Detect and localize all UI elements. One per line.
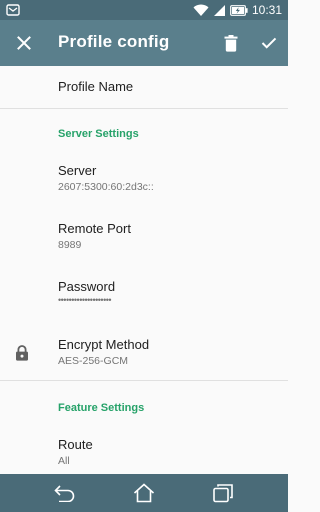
section-header-feature: Feature Settings bbox=[58, 402, 145, 414]
pref-remote-port[interactable]: Remote Port 8989 bbox=[0, 210, 288, 266]
delete-icon bbox=[224, 34, 238, 52]
pref-label: Remote Port bbox=[58, 221, 131, 236]
pref-label: Route bbox=[58, 437, 93, 452]
pref-profile-name[interactable]: Profile Name bbox=[0, 66, 288, 108]
battery-charging-icon bbox=[230, 4, 248, 16]
recents-button[interactable] bbox=[209, 481, 237, 505]
pref-value: All bbox=[58, 455, 70, 467]
pref-password[interactable]: Password •••••••••••••••••••• bbox=[0, 268, 288, 324]
home-button[interactable] bbox=[130, 481, 158, 505]
pref-value: 2607:5300:60:2d3c:: bbox=[58, 181, 154, 193]
check-icon bbox=[261, 37, 277, 49]
section-header-server: Server Settings bbox=[58, 128, 139, 140]
notification-icon bbox=[6, 4, 20, 16]
pref-label: Server bbox=[58, 163, 97, 178]
status-bar: 10:31 bbox=[0, 0, 288, 20]
pref-label: Encrypt Method bbox=[58, 337, 150, 352]
navigation-bar bbox=[0, 474, 288, 512]
preferences-list: Profile Name Server Settings Server 2607… bbox=[0, 66, 288, 474]
close-icon bbox=[17, 36, 31, 50]
save-button[interactable] bbox=[253, 27, 285, 59]
pref-label: Password bbox=[58, 279, 116, 294]
pref-encrypt-method[interactable]: Encrypt Method AES-256-GCM bbox=[0, 326, 288, 382]
recents-icon bbox=[213, 484, 233, 503]
page-title: Profile config bbox=[58, 32, 170, 51]
pref-value: •••••••••••••••••••• bbox=[58, 295, 112, 305]
divider bbox=[0, 380, 288, 381]
pref-value: 8989 bbox=[58, 239, 82, 251]
pref-value: AES-256-GCM bbox=[58, 355, 129, 367]
pref-server[interactable]: Server 2607:5300:60:2d3c:: bbox=[0, 152, 288, 208]
lock-icon bbox=[16, 345, 28, 361]
app-bar: Profile config bbox=[0, 20, 288, 66]
pref-route[interactable]: Route All bbox=[0, 426, 288, 474]
wifi-icon bbox=[193, 4, 209, 16]
back-icon bbox=[54, 485, 75, 502]
status-time: 10:31 bbox=[251, 3, 282, 17]
signal-icon bbox=[213, 4, 225, 16]
delete-button[interactable] bbox=[215, 27, 247, 59]
pref-label: Profile Name bbox=[58, 79, 134, 94]
back-button[interactable] bbox=[51, 481, 79, 505]
close-button[interactable] bbox=[8, 27, 40, 59]
home-icon bbox=[133, 483, 155, 503]
divider bbox=[0, 108, 288, 109]
